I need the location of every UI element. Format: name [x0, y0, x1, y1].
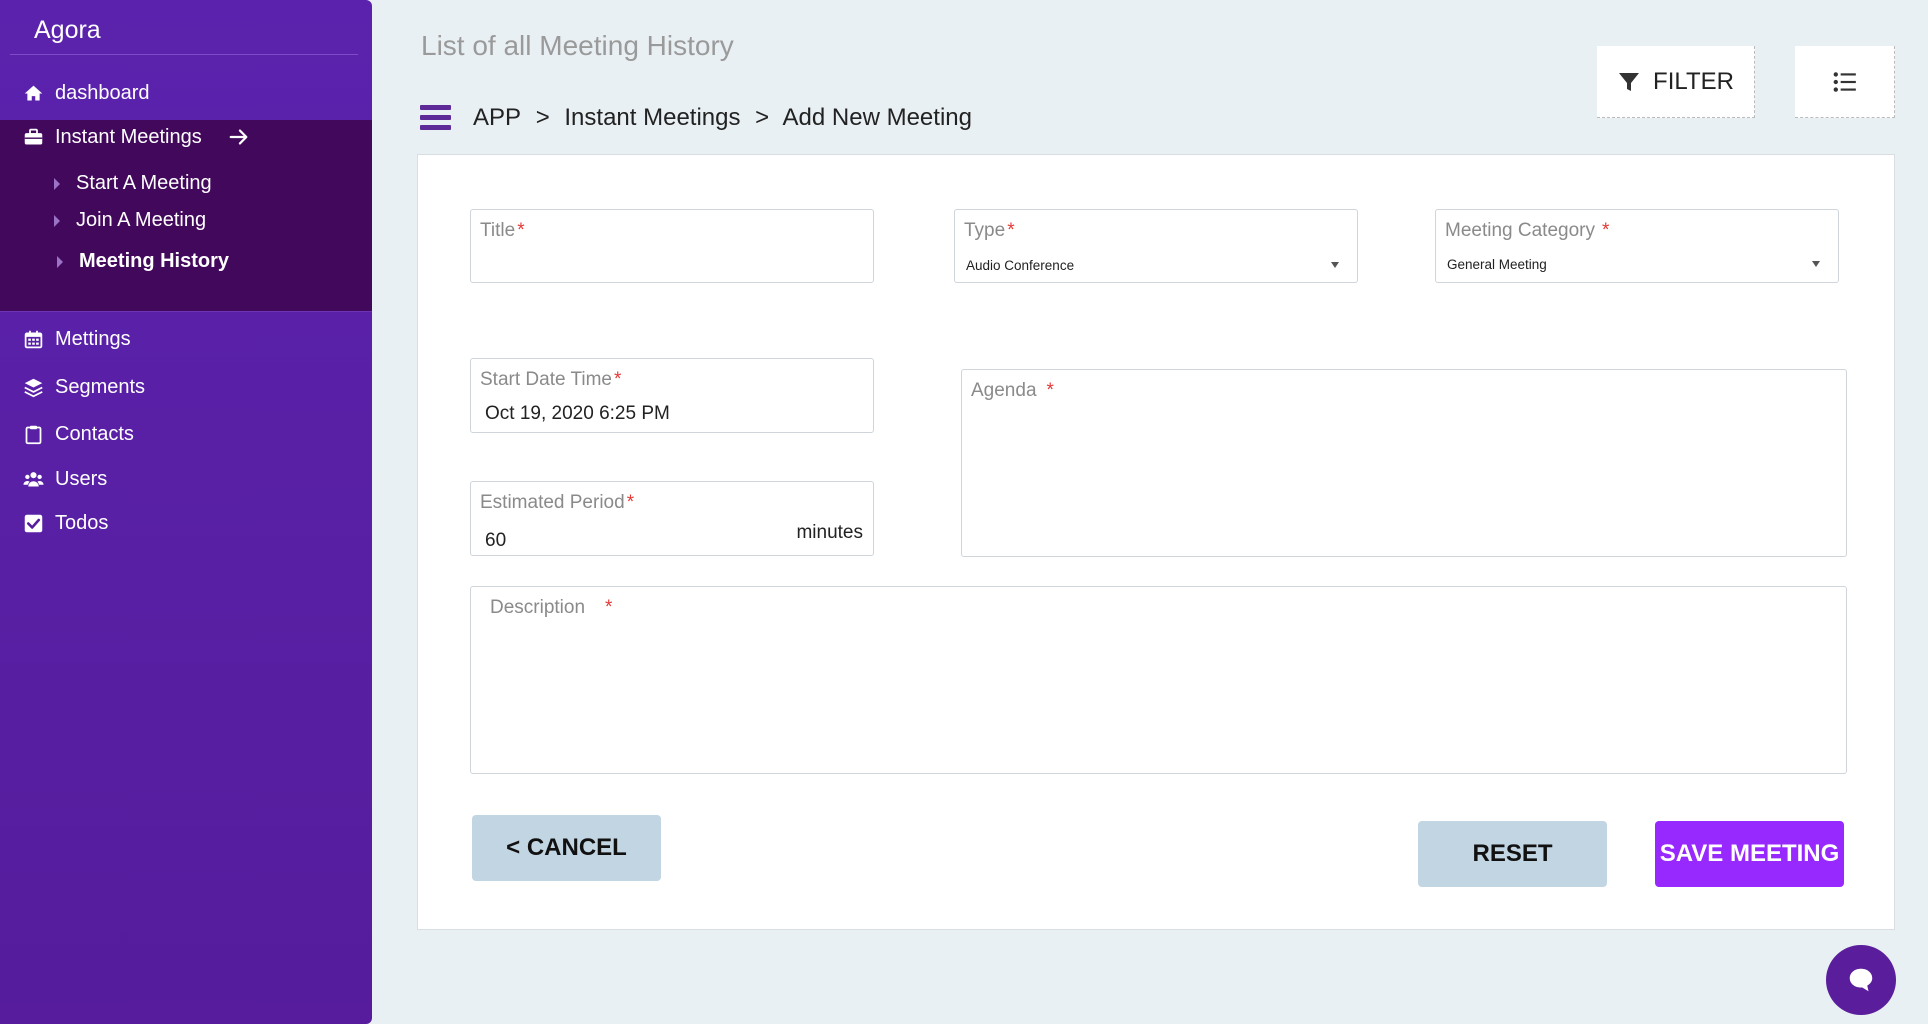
- field-label: Meeting Category *: [1445, 220, 1610, 241]
- users-icon: [22, 468, 44, 490]
- menu-toggle-icon[interactable]: [420, 105, 451, 131]
- field-label: Type *: [964, 220, 1015, 241]
- breadcrumb-item-app[interactable]: APP: [473, 104, 521, 131]
- type-select-value: Audio Conference: [966, 258, 1075, 273]
- home-icon: [22, 82, 44, 104]
- filter-label: FILTER: [1653, 67, 1734, 95]
- category-select-value: General Meeting: [1447, 257, 1547, 272]
- field-label: Description *: [490, 597, 613, 618]
- reset-button[interactable]: RESET: [1418, 821, 1607, 887]
- sidebar-item-label: Mettings: [55, 327, 131, 350]
- minutes-suffix: minutes: [796, 522, 863, 543]
- estimated-period-field[interactable]: Estimated Period * 60 minutes: [470, 481, 874, 556]
- sidebar-item-label: Contacts: [55, 422, 134, 445]
- sidebar-item-label: Users: [55, 467, 108, 490]
- sidebar-item-label: Todos: [55, 511, 109, 534]
- sidebar-item-label: Instant Meetings: [55, 125, 202, 148]
- sidebar: Agora dashboard Instant Meetings Start A…: [0, 0, 372, 1024]
- breadcrumb: APP > Instant Meetings > Add New Meeting: [473, 104, 980, 132]
- field-label: Estimated Period *: [480, 492, 635, 513]
- save-meeting-button[interactable]: SAVE MEETING: [1655, 821, 1844, 887]
- field-label: Title *: [480, 220, 525, 241]
- start-datetime-input[interactable]: Oct 19, 2020 6:25 PM: [485, 403, 670, 425]
- sidebar-item-segments[interactable]: Segments: [22, 367, 145, 407]
- sidebar-item-mettings[interactable]: Mettings: [22, 319, 131, 359]
- sidebar-subitem-label: Meeting History: [79, 250, 230, 272]
- type-select[interactable]: Type * Audio Conference: [954, 209, 1358, 283]
- filter-icon: [1619, 72, 1640, 91]
- meeting-form-card: Title * Type * Audio Conference Meeting Ca…: [417, 154, 1895, 930]
- sidebar-item-users[interactable]: Users: [22, 459, 107, 499]
- filter-button[interactable]: FILTER: [1597, 46, 1755, 118]
- chat-icon: [1849, 968, 1873, 992]
- sidebar-item-instant-meetings[interactable]: Instant Meetings: [22, 117, 250, 157]
- description-textarea[interactable]: Description *: [470, 586, 1847, 774]
- briefcase-icon: [22, 126, 44, 148]
- breadcrumb-separator: >: [755, 104, 770, 131]
- caret-right-icon: [54, 214, 60, 227]
- list-view-button[interactable]: [1795, 46, 1895, 118]
- sidebar-subitem-label: Join A Meeting: [76, 209, 207, 231]
- list-icon: [1833, 71, 1856, 92]
- sidebar-subitem-meeting-history[interactable]: Meeting History: [57, 250, 229, 273]
- cancel-button[interactable]: < CANCEL: [472, 815, 661, 881]
- breadcrumb-item-current: Add New Meeting: [782, 104, 972, 131]
- chevron-down-icon: [1812, 261, 1820, 267]
- calendar-icon: [22, 328, 44, 350]
- chat-button[interactable]: [1826, 945, 1896, 1015]
- agenda-textarea[interactable]: Agenda *: [961, 369, 1847, 557]
- estimated-period-input[interactable]: 60: [485, 530, 506, 552]
- sidebar-item-label: dashboard: [55, 81, 150, 104]
- title-field[interactable]: Title *: [470, 209, 874, 283]
- sidebar-subitem-join-meeting[interactable]: Join A Meeting: [54, 209, 206, 232]
- sidebar-item-label: Segments: [55, 375, 146, 398]
- caret-right-icon: [54, 177, 60, 190]
- clipboard-icon: [22, 423, 44, 445]
- field-label: Start Date Time *: [480, 369, 622, 390]
- sidebar-subitem-start-meeting[interactable]: Start A Meeting: [54, 172, 212, 195]
- page-title: List of all Meeting History: [421, 30, 734, 61]
- layers-icon: [22, 376, 44, 398]
- breadcrumb-item-instant-meetings[interactable]: Instant Meetings: [564, 104, 740, 131]
- checkbox-icon: [22, 512, 44, 534]
- start-datetime-field[interactable]: Start Date Time * Oct 19, 2020 6:25 PM: [470, 358, 874, 433]
- divider: [10, 54, 358, 55]
- sidebar-item-todos[interactable]: Todos: [22, 503, 108, 543]
- arrow-right-icon[interactable]: [228, 126, 250, 148]
- sidebar-item-contacts[interactable]: Contacts: [22, 414, 134, 454]
- meeting-category-select[interactable]: Meeting Category * General Meeting: [1435, 209, 1839, 283]
- sidebar-item-dashboard[interactable]: dashboard: [22, 73, 150, 113]
- field-label: Agenda *: [971, 380, 1054, 401]
- caret-right-icon: [57, 255, 63, 268]
- brand-name: Agora: [34, 16, 101, 44]
- breadcrumb-separator: >: [535, 104, 550, 131]
- chevron-down-icon: [1331, 262, 1339, 268]
- sidebar-subitem-label: Start A Meeting: [76, 172, 212, 194]
